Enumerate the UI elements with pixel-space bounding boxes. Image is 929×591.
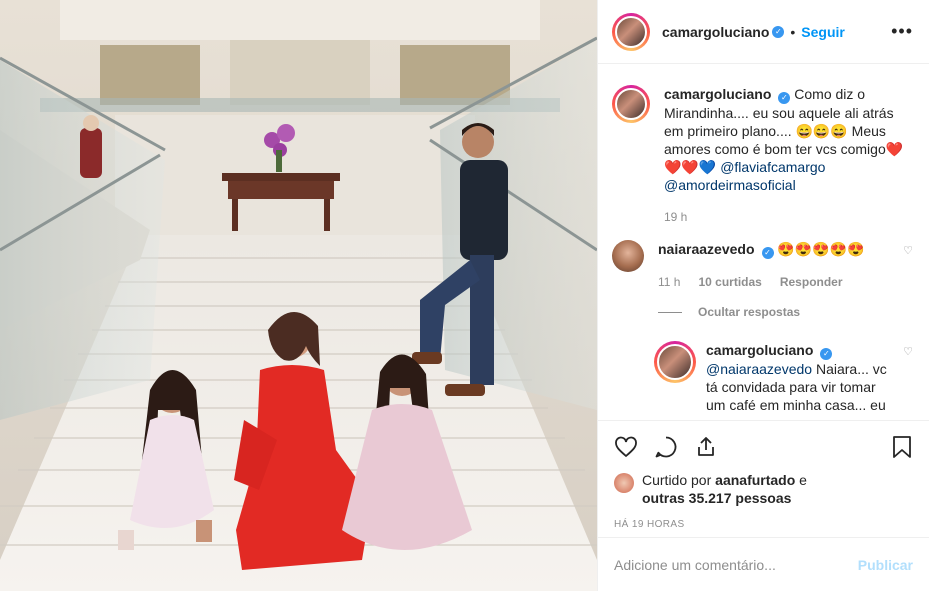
hide-replies-label[interactable]: Ocultar respostas — [698, 305, 800, 319]
reply-button[interactable]: Responder — [780, 273, 843, 291]
verified-badge-icon: ✓ — [778, 92, 791, 104]
like-comment-heart-icon[interactable]: ♡ — [903, 244, 913, 257]
likes-prefix: Curtido por — [642, 472, 712, 488]
caption-time[interactable]: 19 h — [664, 208, 687, 226]
caption-meta: 19 h — [664, 208, 913, 226]
comment-text: 😍😍😍😍😍 — [777, 241, 865, 257]
liker-username[interactable]: aanafurtado — [715, 472, 795, 488]
reply-body: camargoluciano ✓ @naiaraazevedo Naiara...… — [706, 341, 897, 414]
likes-others[interactable]: outras 35.217 pessoas — [642, 490, 791, 506]
likes-summary: Curtido por aanafurtado e outras 35.217 … — [614, 471, 913, 507]
share-icon[interactable] — [694, 435, 718, 462]
follow-button[interactable]: Seguir — [801, 24, 845, 40]
comment-username[interactable]: naiaraazevedo — [658, 241, 755, 257]
comment-likes[interactable]: 10 curtidas — [698, 273, 761, 291]
action-icons — [614, 433, 913, 463]
comment-meta: 11 h 10 curtidas Responder — [658, 273, 897, 291]
likes-conj: e — [799, 472, 807, 488]
comments-list[interactable]: camargoluciano ✓ Como diz o Mirandinha...… — [598, 65, 929, 420]
liker-avatar[interactable] — [614, 473, 634, 493]
verified-badge-icon: ✓ — [761, 247, 774, 259]
publish-button[interactable]: Publicar — [858, 557, 913, 573]
avatar[interactable] — [615, 88, 647, 120]
post-sidebar: camargoluciano ✓ • Seguir ••• camargoluc… — [597, 0, 929, 591]
caption-username[interactable]: camargoluciano — [664, 86, 771, 102]
caption-body: camargoluciano ✓ Como diz o Mirandinha...… — [664, 85, 913, 226]
reply-mention[interactable]: @naiaraazevedo — [706, 361, 812, 377]
post-date[interactable]: HÁ 19 HORAS — [614, 519, 913, 530]
caption-mention[interactable]: @flaviafcamargo — [720, 159, 825, 175]
author-username[interactable]: camargoluciano — [662, 24, 769, 40]
reply-username[interactable]: camargoluciano — [706, 342, 813, 358]
verified-badge-icon: ✓ — [820, 348, 833, 360]
comment-time[interactable]: 11 h — [658, 273, 680, 291]
add-comment-bar: Publicar — [598, 537, 929, 591]
divider — [658, 311, 682, 313]
verified-badge-icon: ✓ — [772, 25, 785, 38]
post-photo[interactable] — [0, 0, 597, 591]
avatar[interactable] — [615, 15, 647, 48]
comment-body: naiaraazevedo ✓ 😍😍😍😍😍 11 h 10 curtidas Re… — [658, 240, 897, 291]
comment-item: naiaraazevedo ✓ 😍😍😍😍😍 11 h 10 curtidas Re… — [612, 240, 913, 291]
likes-text: Curtido por aanafurtado e outras 35.217 … — [642, 471, 807, 507]
bookmark-icon[interactable] — [891, 435, 913, 462]
like-reply-heart-icon[interactable]: ♡ — [903, 345, 913, 358]
separator-dot: • — [790, 23, 796, 40]
reply-avatar-ring[interactable] — [654, 341, 696, 383]
reply-item: camargoluciano ✓ @naiaraazevedo Naiara...… — [654, 341, 913, 414]
author-avatar-ring[interactable] — [612, 12, 650, 51]
caption-mention[interactable]: @amordeirmasoficial — [664, 177, 796, 193]
caption: camargoluciano ✓ Como diz o Mirandinha...… — [612, 85, 913, 226]
family-staircase-photo — [0, 0, 597, 591]
avatar[interactable] — [657, 344, 693, 380]
like-heart-icon[interactable] — [614, 435, 638, 462]
caption-avatar-ring[interactable] — [612, 85, 650, 123]
comment-input[interactable] — [614, 556, 858, 573]
post-header: camargoluciano ✓ • Seguir ••• — [598, 0, 929, 64]
comment-bubble-icon[interactable] — [654, 435, 678, 462]
hide-replies-button[interactable]: Ocultar respostas — [658, 305, 913, 319]
avatar[interactable] — [612, 240, 644, 272]
more-options-icon[interactable]: ••• — [891, 21, 913, 42]
author-info: camargoluciano ✓ • Seguir — [662, 24, 845, 40]
